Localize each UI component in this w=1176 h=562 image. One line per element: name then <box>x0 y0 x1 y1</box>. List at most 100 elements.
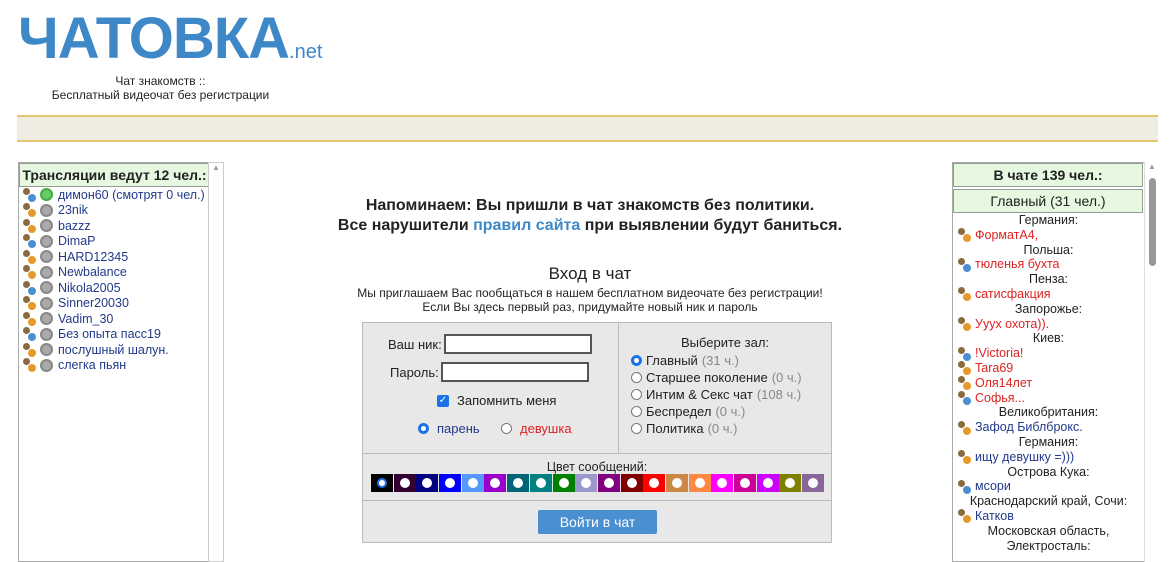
webcam-icon[interactable] <box>40 296 53 310</box>
broadcaster-item[interactable]: DimaP <box>19 234 224 250</box>
color-swatch[interactable] <box>393 474 416 492</box>
color-swatch[interactable] <box>779 474 802 492</box>
color-swatch[interactable] <box>756 474 779 492</box>
online-user[interactable]: Tara69 <box>953 361 1144 377</box>
enter-chat-button[interactable]: Войти в чат <box>538 510 657 534</box>
hall-option[interactable]: Беспредел (0 ч.) <box>631 403 831 420</box>
webcam-icon[interactable] <box>40 265 53 279</box>
color-swatch[interactable] <box>552 474 575 492</box>
webcam-icon[interactable] <box>40 188 53 202</box>
color-swatch[interactable] <box>416 474 439 492</box>
user-name: тюленья бухта <box>975 257 1060 272</box>
webcam-icon[interactable] <box>40 281 53 295</box>
user-info-icon[interactable] <box>21 342 37 358</box>
online-user[interactable]: сатисфакция <box>953 287 1144 303</box>
user-info-icon[interactable] <box>956 390 972 406</box>
user-info-icon[interactable] <box>956 450 972 466</box>
user-info-icon[interactable] <box>21 280 37 296</box>
color-swatch[interactable] <box>461 474 484 492</box>
scroll-up-icon[interactable]: ▲ <box>209 163 223 172</box>
webcam-icon[interactable] <box>40 327 53 341</box>
color-swatch[interactable] <box>802 474 825 492</box>
user-info-icon[interactable] <box>21 203 37 219</box>
online-user[interactable]: Оля14лет <box>953 376 1144 392</box>
broadcaster-item[interactable]: Vadim_30 <box>19 311 224 327</box>
user-info-icon[interactable] <box>21 265 37 281</box>
user-info-icon[interactable] <box>21 234 37 250</box>
user-info-icon[interactable] <box>21 249 37 265</box>
user-info-icon[interactable] <box>956 361 972 377</box>
user-info-icon[interactable] <box>21 296 37 312</box>
user-info-icon[interactable] <box>956 257 972 273</box>
hall-option[interactable]: Главный (31 ч.) <box>631 352 831 369</box>
hall-option[interactable]: Интим & Секс чат (108 ч.) <box>631 386 831 403</box>
broadcaster-item[interactable]: димон60 (смотрят 0 чел.) <box>19 187 224 203</box>
color-swatch[interactable] <box>620 474 643 492</box>
color-swatch[interactable] <box>665 474 688 492</box>
broadcaster-item[interactable]: послушный шалун. <box>19 342 224 358</box>
hall-option[interactable]: Политика (0 ч.) <box>631 420 831 437</box>
color-swatch[interactable] <box>575 474 598 492</box>
webcam-icon[interactable] <box>40 234 53 248</box>
webcam-icon[interactable] <box>40 312 53 326</box>
color-swatch[interactable] <box>688 474 711 492</box>
online-user[interactable]: ищу девушку =))) <box>953 450 1144 466</box>
webcam-icon[interactable] <box>40 219 53 233</box>
broadcasts-scrollbar[interactable]: ▲ <box>208 162 224 562</box>
user-info-icon[interactable] <box>21 187 37 203</box>
remember-checkbox[interactable]: ✓ Запомнить меня <box>437 393 556 408</box>
color-swatch[interactable] <box>597 474 620 492</box>
color-swatch[interactable] <box>439 474 462 492</box>
user-info-icon[interactable] <box>956 287 972 303</box>
hall-option[interactable]: Старшее поколение (0 ч.) <box>631 369 831 386</box>
broadcaster-item[interactable]: 23nik <box>19 203 224 219</box>
gender-male-radio[interactable]: парень <box>418 421 480 436</box>
room-tab[interactable]: Главный (31 чел.) <box>953 189 1143 213</box>
user-info-icon[interactable] <box>956 228 972 244</box>
scroll-up-icon[interactable]: ▲ <box>1145 162 1159 171</box>
online-user[interactable]: !Victoria! <box>953 346 1144 362</box>
color-swatch[interactable] <box>484 474 507 492</box>
broadcaster-item[interactable]: Без опыта пасс19 <box>19 327 224 343</box>
broadcaster-item[interactable]: слегка пьян <box>19 358 224 374</box>
color-swatch[interactable] <box>711 474 734 492</box>
user-info-icon[interactable] <box>956 420 972 436</box>
user-info-icon[interactable] <box>21 311 37 327</box>
gender-female-radio[interactable]: девушка <box>501 421 572 436</box>
rules-link[interactable]: правил сайта <box>473 217 580 234</box>
broadcaster-item[interactable]: Sinner20030 <box>19 296 224 312</box>
color-swatch[interactable] <box>734 474 756 492</box>
user-info-icon[interactable] <box>956 346 972 362</box>
user-info-icon[interactable] <box>21 358 37 374</box>
webcam-icon[interactable] <box>40 358 53 372</box>
user-info-icon[interactable] <box>956 479 972 495</box>
user-info-icon[interactable] <box>956 376 972 392</box>
online-user[interactable]: ФорматА4, <box>953 228 1144 244</box>
broadcaster-item[interactable]: Newbalance <box>19 265 224 281</box>
user-info-icon[interactable] <box>21 327 37 343</box>
online-user[interactable]: Зафод Библброкс. <box>953 420 1144 436</box>
user-info-icon[interactable] <box>956 316 972 332</box>
broadcaster-item[interactable]: bazzz <box>19 218 224 234</box>
color-swatch[interactable] <box>371 474 393 492</box>
location-label: Пенза: <box>1029 272 1068 287</box>
user-info-icon[interactable] <box>956 509 972 525</box>
user-info-icon[interactable] <box>21 218 37 234</box>
webcam-icon[interactable] <box>40 203 53 217</box>
scroll-thumb[interactable] <box>1149 178 1156 266</box>
online-user[interactable]: тюленья бухта <box>953 257 1144 273</box>
color-swatch[interactable] <box>507 474 530 492</box>
color-swatch[interactable] <box>529 474 552 492</box>
webcam-icon[interactable] <box>40 343 53 357</box>
online-scrollbar[interactable]: ▲ <box>1144 162 1159 562</box>
online-user[interactable]: Катков <box>953 509 1144 525</box>
webcam-icon[interactable] <box>40 250 53 264</box>
nick-input[interactable] <box>443 334 592 354</box>
online-user[interactable]: Софья... <box>953 391 1144 406</box>
online-user[interactable]: Уууx охота)). <box>953 317 1144 332</box>
password-input[interactable] <box>440 362 589 382</box>
broadcaster-item[interactable]: HARD12345 <box>19 249 224 265</box>
color-swatch[interactable] <box>643 474 666 492</box>
online-user[interactable]: мсори <box>953 479 1144 495</box>
broadcaster-item[interactable]: Nikola2005 <box>19 280 224 296</box>
